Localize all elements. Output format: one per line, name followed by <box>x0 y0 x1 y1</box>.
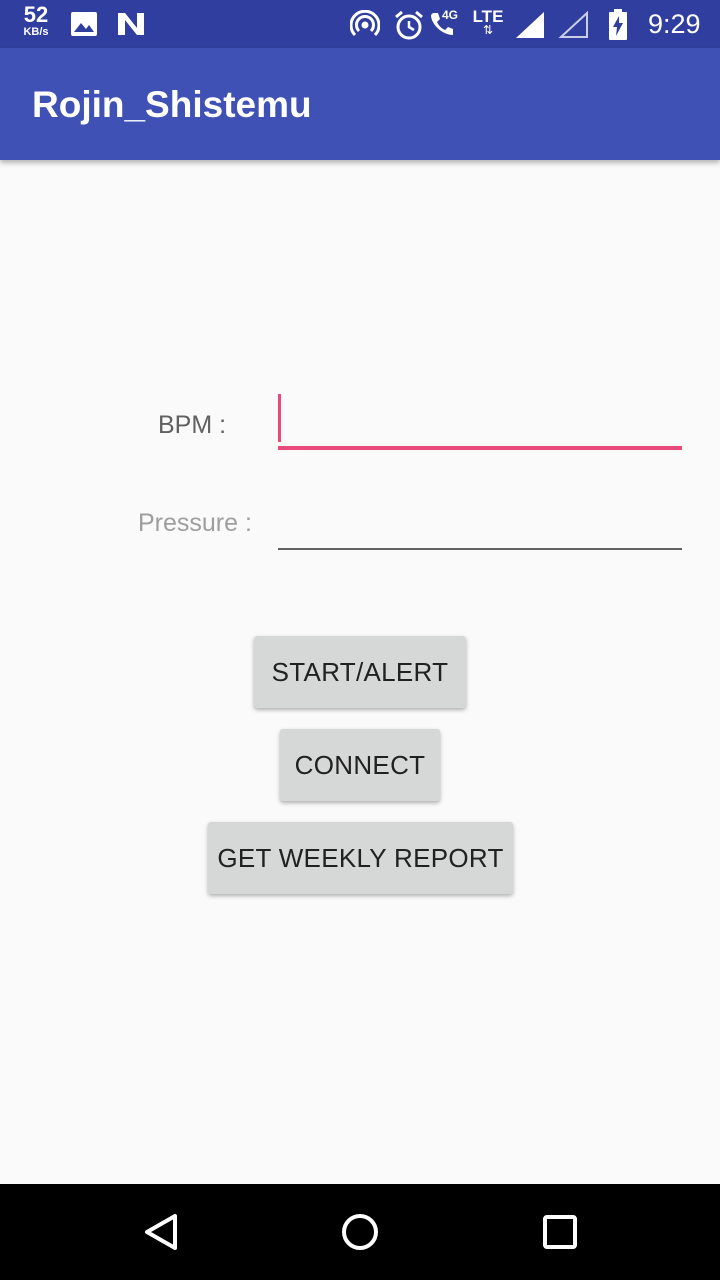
get-weekly-report-button[interactable]: GET WEEKLY REPORT <box>208 822 513 894</box>
status-time: 9:29 <box>648 9 701 39</box>
n-notification-icon <box>118 13 144 35</box>
app-title: Rojin_Shistemu <box>32 84 312 125</box>
hotspot-icon <box>350 10 380 37</box>
pressure-label: Pressure : <box>138 509 252 537</box>
text-cursor <box>278 394 281 442</box>
navigation-bar <box>0 1184 720 1280</box>
signal-empty-icon <box>558 10 588 38</box>
network-speed: 52 KB/s <box>14 4 58 38</box>
pressure-input[interactable] <box>278 500 682 550</box>
network-speed-value: 52 <box>23 2 49 27</box>
alarm-icon <box>395 10 423 40</box>
status-bar: 52 KB/s 4G LTE ⇅ 9:29 <box>0 0 720 48</box>
recents-icon[interactable] <box>530 1202 590 1262</box>
image-icon <box>71 12 97 36</box>
lte-indicator: LTE ⇅ <box>470 8 506 36</box>
bpm-label: BPM : <box>158 411 227 439</box>
back-icon[interactable] <box>130 1202 190 1262</box>
app-toolbar: Rojin_Shistemu <box>0 48 720 160</box>
network-speed-unit: KB/s <box>23 26 49 38</box>
home-icon[interactable] <box>330 1202 390 1262</box>
signal-full-icon <box>516 12 544 38</box>
network-4g-label: 4G <box>442 8 459 22</box>
bpm-input[interactable] <box>278 400 682 450</box>
battery-charging-icon <box>609 9 627 40</box>
start-alert-button[interactable]: START/ALERT <box>254 636 466 708</box>
connect-button[interactable]: CONNECT <box>280 729 440 801</box>
